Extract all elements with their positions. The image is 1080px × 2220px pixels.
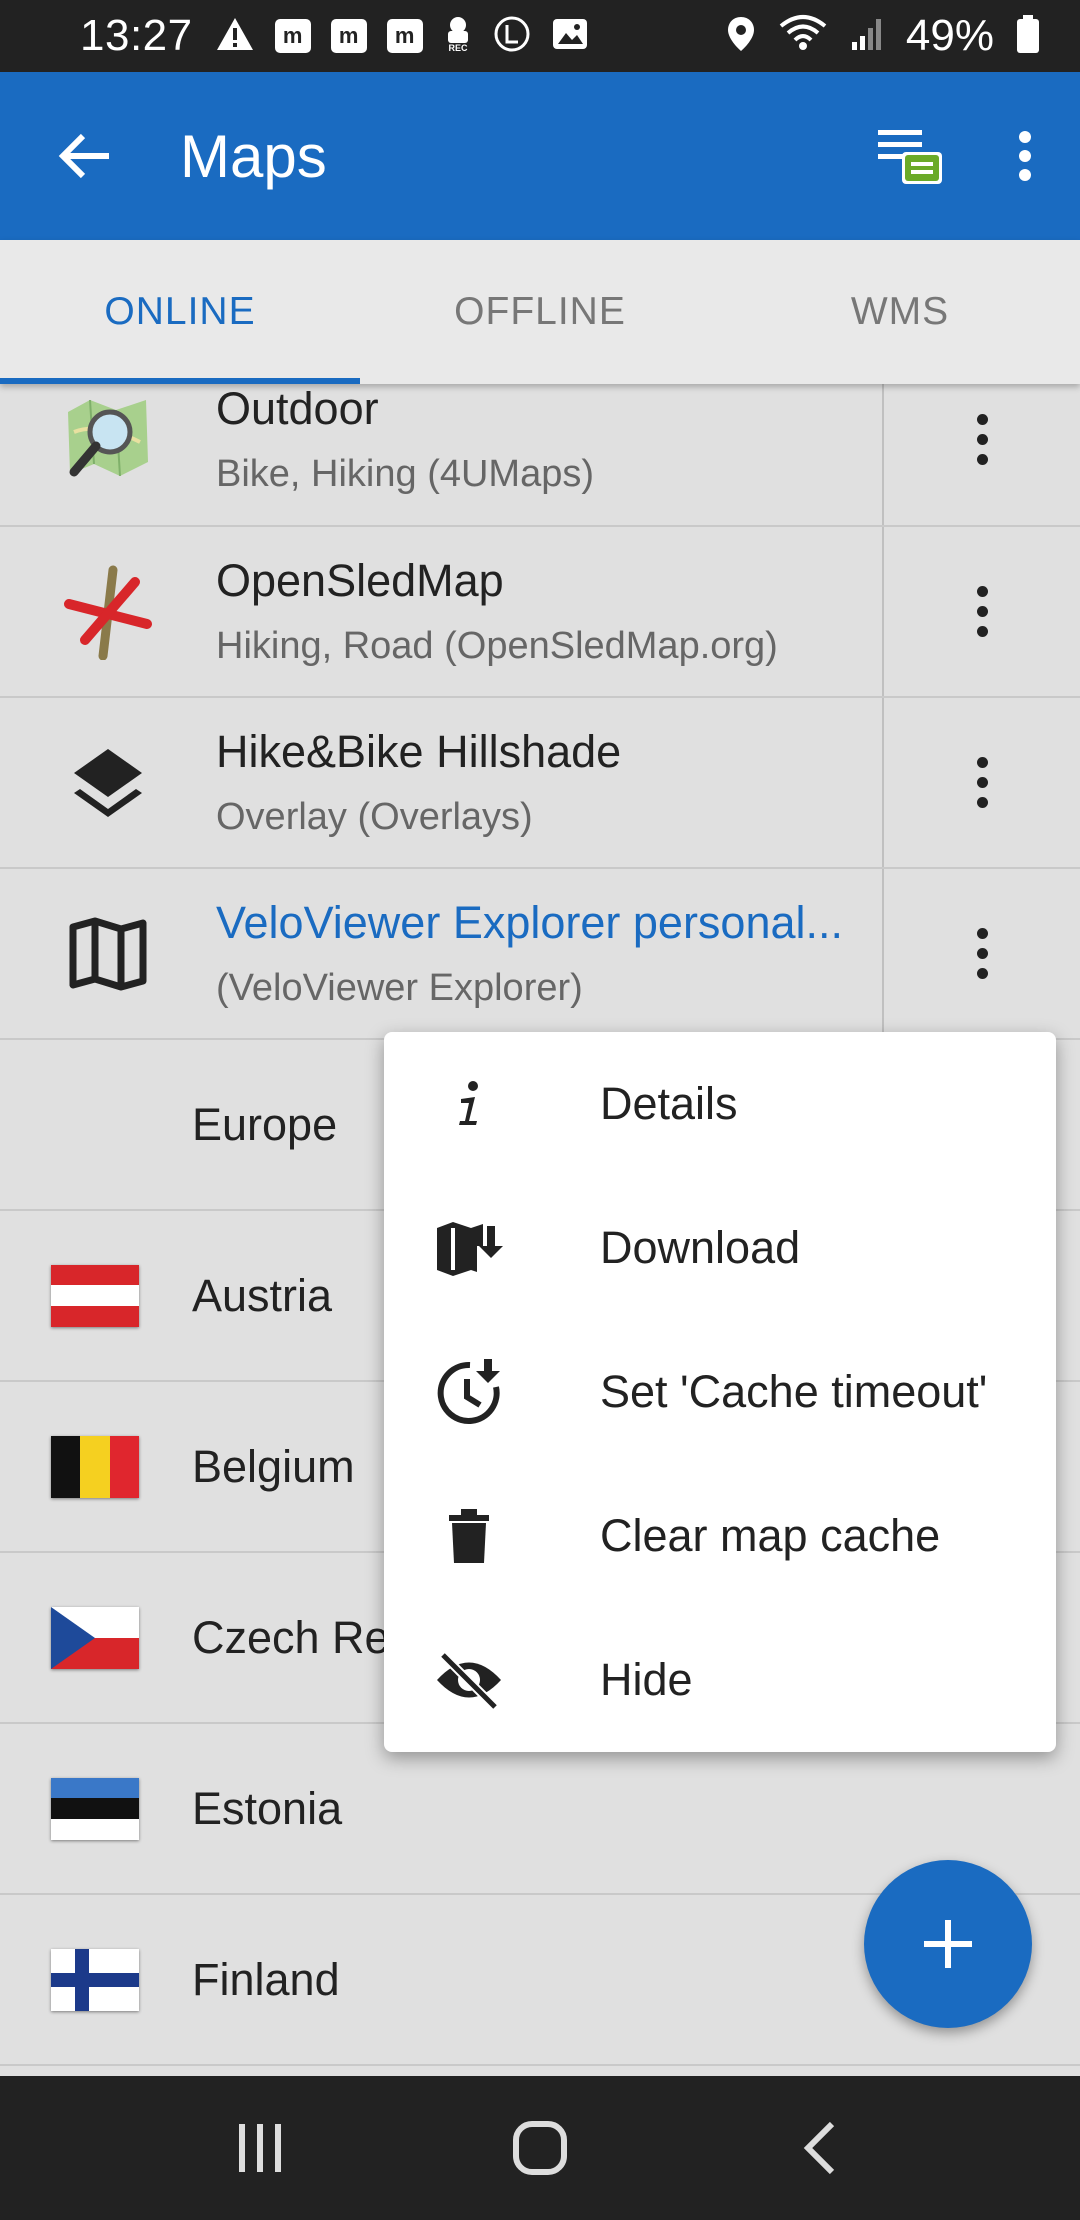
- belgium-flag-icon: [51, 1435, 139, 1498]
- home-button[interactable]: [480, 2098, 600, 2198]
- estonia-flag-icon: [51, 1777, 139, 1840]
- austria-flag-icon: [51, 1264, 139, 1327]
- m-notification-icon: m: [330, 19, 367, 53]
- recent-apps-icon: [239, 2124, 281, 2172]
- map-item-outdoor[interactable]: Outdoor Bike, Hiking (4UMaps): [0, 384, 1080, 527]
- map-name: Outdoor: [216, 384, 379, 434]
- map-name: OpenSledMap: [216, 555, 504, 606]
- system-nav-bar: [0, 2076, 1080, 2220]
- info-icon: [459, 1081, 478, 1125]
- plus-icon: [924, 1920, 972, 1968]
- status-time: 13:27: [80, 11, 193, 60]
- status-bar: 13:27 m m m REC 49%: [0, 0, 1080, 72]
- more-vert-icon: [976, 757, 988, 808]
- list-filter-button[interactable]: [850, 72, 970, 240]
- finland-flag-icon: [51, 1948, 139, 2011]
- signal-icon: [850, 16, 884, 57]
- back-icon: [803, 2121, 835, 2175]
- group-label: Europe: [192, 1098, 338, 1150]
- home-icon: [513, 2121, 567, 2175]
- map-more-button[interactable]: [884, 384, 1080, 525]
- back-button[interactable]: [0, 72, 170, 240]
- more-vert-icon: [976, 586, 988, 637]
- map-more-button[interactable]: [884, 527, 1080, 696]
- menu-label: Details: [600, 1078, 738, 1129]
- warning-icon: [215, 16, 255, 57]
- map-more-button[interactable]: [884, 869, 1080, 1038]
- map-subtitle: Hiking, Road (OpenSledMap.org): [216, 625, 778, 667]
- map-context-menu: Details Download Set 'Cache timeout' Cle…: [384, 1032, 1056, 1752]
- map-subtitle: Bike, Hiking (4UMaps): [216, 453, 594, 495]
- more-vert-icon: [1019, 131, 1031, 181]
- map-item-veloviewer[interactable]: VeloViewer Explorer personal... (VeloVie…: [0, 869, 1080, 1040]
- menu-item-download[interactable]: Download: [384, 1176, 1056, 1320]
- battery-icon: [1016, 14, 1040, 59]
- eye-off-icon: [437, 1651, 501, 1709]
- map-icon: [69, 917, 147, 990]
- battery-percent: 49%: [905, 11, 994, 60]
- nav-back-button[interactable]: [760, 2098, 880, 2198]
- m-notification-icon: m: [274, 19, 311, 53]
- trash-icon: [449, 1509, 489, 1563]
- list-filter-icon: [878, 130, 942, 184]
- sled-cross-icon: [64, 565, 152, 660]
- layers-icon: [74, 748, 142, 817]
- app-bar: Maps: [0, 72, 1080, 240]
- l-circle-icon: [493, 15, 531, 58]
- more-vert-icon: [976, 928, 988, 979]
- menu-item-cache-timeout[interactable]: Set 'Cache timeout': [384, 1320, 1056, 1464]
- country-name: Austria: [192, 1269, 333, 1321]
- location-icon: [726, 15, 756, 58]
- menu-item-clear-cache[interactable]: Clear map cache: [384, 1464, 1056, 1608]
- arrow-left-icon: [58, 133, 109, 179]
- tab-offline[interactable]: OFFLINE: [360, 240, 720, 384]
- menu-item-hide[interactable]: Hide: [384, 1608, 1056, 1752]
- recent-apps-button[interactable]: [200, 2098, 320, 2198]
- tab-wms[interactable]: WMS: [720, 240, 1080, 384]
- menu-label: Set 'Cache timeout': [600, 1366, 988, 1417]
- country-name: Finland: [192, 1953, 340, 2005]
- map-download-icon: [437, 1222, 503, 1276]
- more-vert-icon: [976, 414, 988, 465]
- map-subtitle: Overlay (Overlays): [216, 796, 533, 838]
- map-item-hillshade[interactable]: Hike&Bike Hillshade Overlay (Overlays): [0, 698, 1080, 869]
- osm-magnifier-icon: [68, 399, 148, 476]
- add-map-button[interactable]: [864, 1860, 1032, 2028]
- image-icon: [551, 17, 589, 56]
- tab-online[interactable]: ONLINE: [0, 240, 360, 384]
- menu-label: Clear map cache: [600, 1510, 941, 1561]
- wifi-icon: [778, 14, 828, 59]
- map-item-opensledmap[interactable]: OpenSledMap Hiking, Road (OpenSledMap.or…: [0, 527, 1080, 698]
- menu-label: Hide: [600, 1654, 693, 1705]
- menu-item-details[interactable]: Details: [384, 1032, 1056, 1176]
- map-more-button[interactable]: [884, 698, 1080, 867]
- map-name: VeloViewer Explorer personal...: [216, 897, 844, 948]
- svg-text:REC: REC: [448, 43, 468, 53]
- country-name: Belgium: [192, 1440, 355, 1492]
- menu-label: Download: [600, 1222, 801, 1273]
- page-title: Maps: [180, 122, 327, 190]
- more-options-button[interactable]: [970, 72, 1080, 240]
- tab-bar: ONLINE OFFLINE WMS: [0, 240, 1080, 384]
- clock-download-icon: [437, 1359, 500, 1424]
- map-subtitle: (VeloViewer Explorer): [216, 967, 583, 1009]
- map-name: Hike&Bike Hillshade: [216, 726, 622, 777]
- m-notification-icon: m: [386, 19, 423, 53]
- czech-flag-icon: [51, 1606, 139, 1669]
- rec-icon: REC: [443, 15, 473, 58]
- country-name: Estonia: [192, 1782, 343, 1834]
